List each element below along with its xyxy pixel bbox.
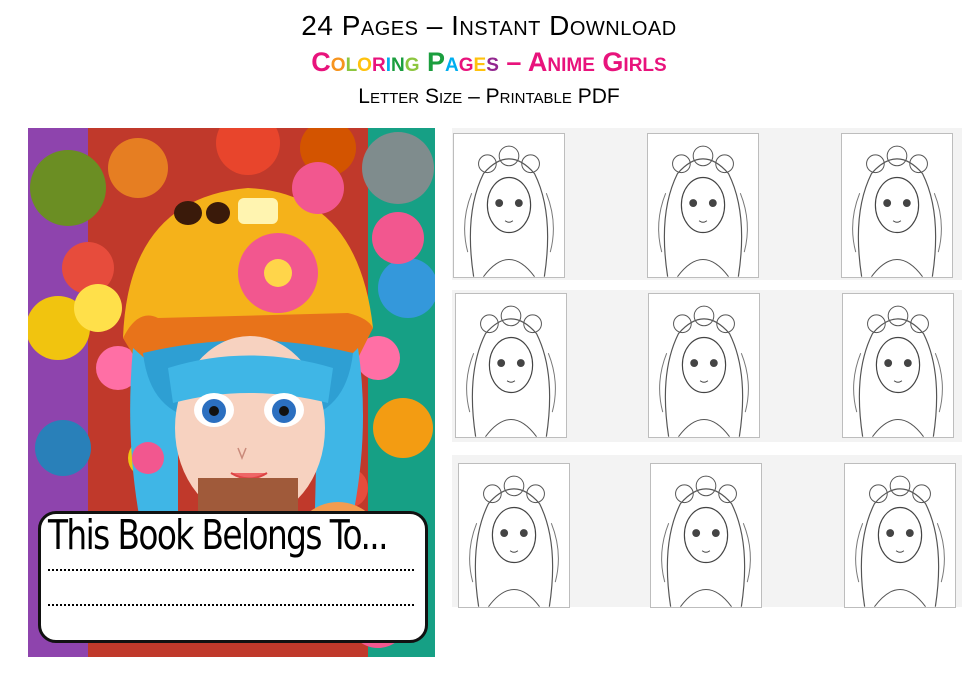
thumbnail-curly-hair-portrait-girl bbox=[842, 293, 954, 438]
thumbnail-flower-crown-girl bbox=[453, 133, 565, 278]
line-art-girl bbox=[466, 305, 556, 437]
headline-letter-size: Letter Size – Printable PDF bbox=[358, 85, 620, 108]
thumbnail-bangs-flower-girl bbox=[650, 463, 762, 608]
rainbow-letter: C bbox=[311, 47, 331, 77]
name-dotted-line-1 bbox=[48, 569, 414, 571]
rainbow-letter: P bbox=[427, 47, 446, 77]
line-art-girl bbox=[855, 475, 945, 607]
line-art-girl bbox=[853, 305, 943, 437]
line-art-girl bbox=[658, 145, 748, 277]
name-dotted-line-2 bbox=[48, 604, 414, 606]
thumbnail-knit-beanie-girl bbox=[455, 293, 567, 438]
line-art-girl bbox=[659, 305, 749, 437]
rainbow-letter bbox=[419, 47, 427, 77]
thumbnail-rose-crown-long-hair-girl bbox=[844, 463, 956, 608]
line-art-girl bbox=[464, 145, 554, 277]
headline-anime-girls: – Anime Girls bbox=[498, 47, 667, 77]
thumbnail-flower-crown-curly-girl bbox=[648, 293, 760, 438]
headline-pages: 24 Pages – Instant Download bbox=[301, 10, 677, 41]
rainbow-letter: n bbox=[390, 47, 405, 77]
rainbow-letter: s bbox=[486, 47, 499, 77]
rainbow-letter: l bbox=[345, 47, 358, 77]
thumbnail-headband-girl bbox=[841, 133, 953, 278]
headline-coloring-pages: Coloring Pages – Anime Girls bbox=[0, 47, 978, 78]
line-art-girl bbox=[469, 475, 559, 607]
rainbow-text: Coloring Pages bbox=[311, 47, 499, 77]
rainbow-letter: o bbox=[330, 47, 346, 77]
thumbnail-rose-crown-girl bbox=[458, 463, 570, 608]
rainbow-letter: o bbox=[357, 47, 372, 77]
rainbow-letter: a bbox=[445, 47, 459, 77]
rainbow-letter: e bbox=[473, 47, 487, 77]
belongs-to-label: This Book Belongs To... bbox=[48, 511, 389, 559]
rainbow-letter: g bbox=[458, 47, 474, 77]
line-art-girl bbox=[852, 145, 942, 277]
thumbnail-flower-crown-wavy-hair-girl bbox=[647, 133, 759, 278]
rainbow-letter: r bbox=[371, 47, 386, 77]
rainbow-letter: g bbox=[404, 47, 420, 77]
line-art-girl bbox=[661, 475, 751, 607]
